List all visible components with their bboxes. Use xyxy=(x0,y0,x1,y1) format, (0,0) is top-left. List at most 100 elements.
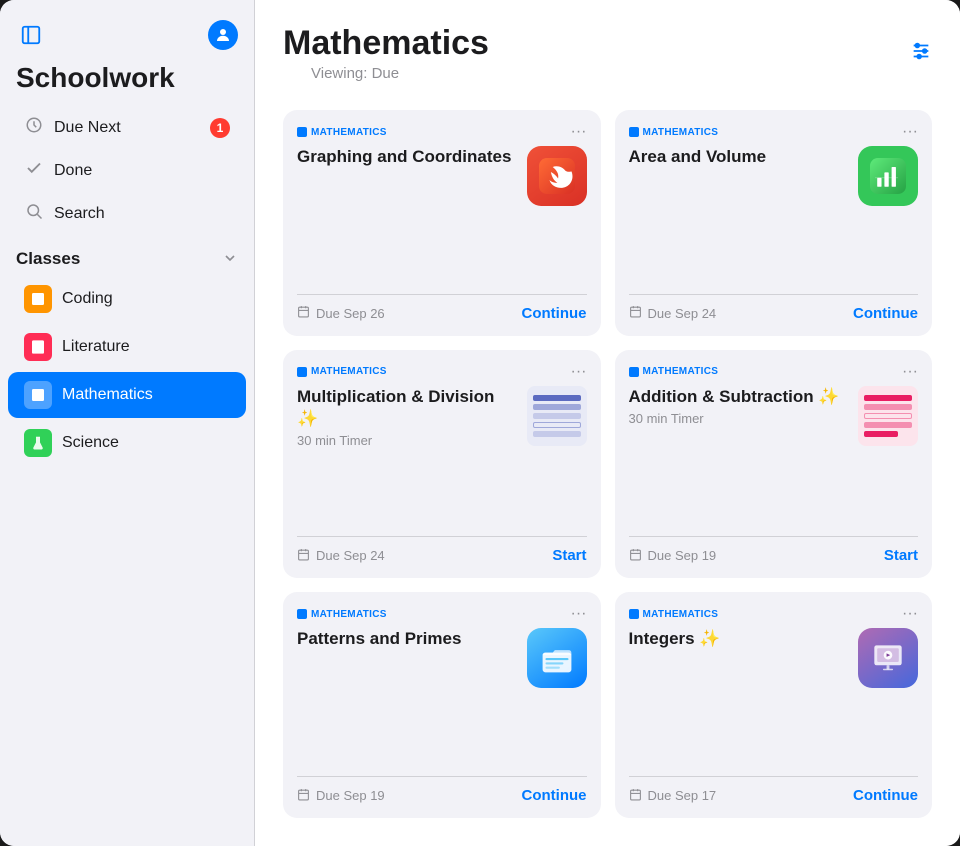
thumb-row xyxy=(533,395,581,401)
sidebar-item-coding[interactable]: Coding xyxy=(8,276,246,322)
card-subtitle: 30 min Timer xyxy=(297,433,515,448)
card-due: Due Sep 19 xyxy=(629,548,717,564)
due-date: Due Sep 19 xyxy=(648,548,717,563)
due-date: Due Sep 17 xyxy=(648,788,717,803)
subject-icon xyxy=(629,367,639,377)
sidebar-item-done[interactable]: Done xyxy=(8,150,246,191)
card-info: Addition & Subtraction ✨ 30 min Timer xyxy=(629,386,847,426)
subject-icon xyxy=(629,609,639,619)
card-footer: Due Sep 19 Continue xyxy=(297,776,587,804)
classes-section-header: Classes xyxy=(0,235,254,275)
viewing-label: Viewing: Due xyxy=(283,63,489,94)
calendar-icon xyxy=(297,548,310,564)
card-more-button[interactable]: ··· xyxy=(902,364,918,380)
card-action-start[interactable]: Start xyxy=(552,547,586,564)
literature-icon xyxy=(24,333,52,361)
card-due: Due Sep 26 xyxy=(297,305,385,321)
assignment-card-addition: Mathematics ··· Addition & Subtraction ✨… xyxy=(615,350,933,578)
card-action-continue[interactable]: Continue xyxy=(853,787,918,804)
assignment-card-multiplication: Mathematics ··· Multiplication & Divisio… xyxy=(283,350,601,578)
card-body: Addition & Subtraction ✨ 30 min Timer xyxy=(629,386,919,524)
thumb-row xyxy=(533,404,581,410)
thumb-row xyxy=(533,431,581,437)
sidebar-item-mathematics[interactable]: Mathematics xyxy=(8,372,246,418)
card-more-button[interactable]: ··· xyxy=(571,606,587,622)
card-subject: Mathematics xyxy=(629,127,719,138)
profile-button[interactable] xyxy=(208,20,238,50)
due-date: Due Sep 19 xyxy=(316,788,385,803)
card-info: Graphing and Coordinates xyxy=(297,146,515,171)
assignment-card-patterns: Mathematics ··· Patterns and Primes xyxy=(283,592,601,818)
thumb-row xyxy=(864,431,898,437)
search-label: Search xyxy=(54,205,105,223)
sidebar-item-due-next[interactable]: Due Next 1 xyxy=(8,107,246,148)
due-date: Due Sep 24 xyxy=(316,548,385,563)
card-footer: Due Sep 17 Continue xyxy=(629,776,919,804)
check-icon xyxy=(24,159,44,182)
card-subject: Mathematics xyxy=(629,609,719,620)
card-title: Integers ✨ xyxy=(629,628,847,650)
subject-icon xyxy=(629,127,639,137)
mathematics-icon xyxy=(24,381,52,409)
calendar-icon xyxy=(629,788,642,804)
card-subject: Mathematics xyxy=(297,609,387,620)
card-body: Graphing and Coordinates xyxy=(297,146,587,282)
card-more-button[interactable]: ··· xyxy=(571,124,587,140)
main-title: Mathematics xyxy=(283,24,489,63)
science-label: Science xyxy=(62,434,119,452)
numbers-app-icon xyxy=(858,146,918,206)
due-date: Due Sep 24 xyxy=(648,306,717,321)
card-action-continue[interactable]: Continue xyxy=(853,305,918,322)
keynote-app-icon xyxy=(858,628,918,688)
search-icon xyxy=(24,202,44,225)
card-title: Area and Volume xyxy=(629,146,847,168)
card-action-continue[interactable]: Continue xyxy=(522,787,587,804)
classes-chevron[interactable] xyxy=(222,250,238,269)
sidebar-item-literature[interactable]: Literature xyxy=(8,324,246,370)
sidebar-toggle-button[interactable] xyxy=(16,20,46,50)
card-body: Multiplication & Division ✨ 30 min Timer xyxy=(297,386,587,524)
assignment-card-graphing: Mathematics ··· Graphing and Coordinates xyxy=(283,110,601,336)
app-title: Schoolwork xyxy=(0,58,254,106)
clock-icon xyxy=(24,116,44,139)
sidebar-item-science[interactable]: Science xyxy=(8,420,246,466)
sidebar-item-search[interactable]: Search xyxy=(8,193,246,234)
card-more-button[interactable]: ··· xyxy=(902,606,918,622)
card-title: Multiplication & Division ✨ xyxy=(297,386,515,430)
card-more-button[interactable]: ··· xyxy=(571,364,587,380)
subject-icon xyxy=(297,609,307,619)
card-info: Integers ✨ xyxy=(629,628,847,653)
coding-icon xyxy=(24,285,52,313)
card-header: Mathematics ··· xyxy=(297,606,587,622)
main-title-group: Mathematics Viewing: Due xyxy=(283,24,489,94)
due-next-badge: 1 xyxy=(210,118,230,138)
swift-app-icon xyxy=(527,146,587,206)
files-app-icon xyxy=(527,628,587,688)
card-subject: Mathematics xyxy=(297,366,387,377)
card-action-start[interactable]: Start xyxy=(884,547,918,564)
calendar-icon xyxy=(629,305,642,321)
due-next-label: Due Next xyxy=(54,119,121,137)
thumb-row xyxy=(864,413,912,419)
card-title: Patterns and Primes xyxy=(297,628,515,650)
filter-button[interactable] xyxy=(910,40,932,62)
card-header: Mathematics ··· xyxy=(297,124,587,140)
card-footer: Due Sep 24 Continue xyxy=(629,294,919,322)
card-thumbnail xyxy=(858,386,918,446)
card-more-button[interactable]: ··· xyxy=(902,124,918,140)
card-subject: Mathematics xyxy=(297,127,387,138)
card-subject: Mathematics xyxy=(629,366,719,377)
card-info: Multiplication & Division ✨ 30 min Timer xyxy=(297,386,515,448)
card-due: Due Sep 24 xyxy=(629,305,717,321)
assignment-card-area-volume: Mathematics ··· Area and Volume xyxy=(615,110,933,336)
card-thumbnail xyxy=(527,386,587,446)
coding-label: Coding xyxy=(62,290,113,308)
sidebar: Schoolwork Due Next 1 Done xyxy=(0,0,255,846)
classes-title: Classes xyxy=(16,249,80,269)
literature-label: Literature xyxy=(62,338,130,356)
card-action-continue[interactable]: Continue xyxy=(522,305,587,322)
card-due: Due Sep 24 xyxy=(297,548,385,564)
subject-icon xyxy=(297,367,307,377)
card-body: Area and Volume xyxy=(629,146,919,282)
main-header: Mathematics Viewing: Due xyxy=(255,0,960,102)
